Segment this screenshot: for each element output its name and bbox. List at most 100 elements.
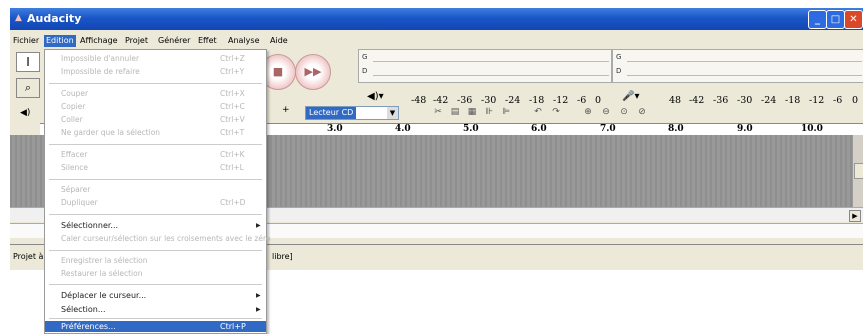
menu-item-label: Dupliquer [61, 198, 98, 207]
close-button[interactable]: ✕ [844, 10, 863, 29]
playback-meter: G D [358, 49, 612, 83]
audacity-icon: ▲ [15, 13, 22, 23]
zoom-in-icon[interactable]: ⊕ [580, 105, 596, 119]
undo-icon[interactable]: ↶ [530, 105, 546, 119]
fit-project-icon[interactable]: ⊘ [634, 105, 650, 119]
menu-item-shortcut: Ctrl+C [220, 102, 245, 111]
record-meter: G D [612, 49, 863, 83]
menu-separator [49, 179, 262, 180]
menu-separator [49, 83, 262, 84]
meter-right-label: D [362, 67, 368, 75]
skip-end-button[interactable]: ▶▶ [295, 54, 331, 90]
submenu-arrow-icon: ▶ [256, 306, 261, 313]
edit-menu-dropdown: Impossible d'annuler Ctrl+Z Impossible d… [44, 49, 271, 334]
playback-device-value: Lecteur CD [306, 107, 357, 119]
trim-icon[interactable]: ⊪ [481, 105, 497, 119]
menu-item-label: Caler curseur/sélection sur les croiseme… [61, 234, 271, 243]
meter-bar [627, 61, 862, 62]
menu-analyse[interactable]: Analyse [228, 36, 260, 45]
menu-item-copy: Copier Ctrl+C [45, 101, 266, 112]
scale-tick: -12 [809, 95, 825, 106]
title-bar: ▲ Audacity _ □ ✕ [10, 8, 863, 30]
maximize-button[interactable]: □ [826, 10, 845, 29]
ruler-tick: 6.0 [531, 124, 547, 134]
menu-item-label: Copier [61, 102, 86, 111]
scale-tick: -42 [689, 95, 705, 106]
submenu-arrow-icon: ▶ [256, 222, 261, 229]
silence-icon[interactable]: ⊫ [498, 105, 514, 119]
menu-item-label: Couper [61, 89, 89, 98]
chevron-down-icon[interactable]: ▼ [387, 107, 398, 119]
menu-item-duplicate: Dupliquer Ctrl+D [45, 197, 266, 208]
menu-item-shortcut: Ctrl+Z [220, 54, 245, 63]
menu-separator [49, 250, 262, 251]
menu-item-trim: Ne garder que la sélection Ctrl+T [45, 127, 266, 138]
playback-device-select[interactable]: Lecteur CD ▼ [305, 106, 399, 120]
window-title: Audacity [27, 12, 82, 25]
menu-item-label: Ne garder que la sélection [61, 128, 161, 137]
scale-tick: -18 [785, 95, 801, 106]
menu-item-label: Coller [61, 115, 83, 124]
menu-effet[interactable]: Effet [198, 36, 217, 45]
ruler-tick: 3.0 [327, 124, 343, 134]
scale-tick: -24 [761, 95, 777, 106]
scale-tick: 48 [669, 95, 682, 106]
menu-separator [49, 284, 262, 285]
menu-item-paste: Coller Ctrl+V [45, 114, 266, 125]
copy-icon[interactable]: ▤ [447, 105, 463, 119]
menu-separator [49, 144, 262, 145]
zoom-out-icon[interactable]: ⊖ [598, 105, 614, 119]
menu-edition[interactable]: Edition [44, 35, 76, 47]
menu-item-preferences[interactable]: Préférences... Ctrl+P [45, 321, 266, 332]
menu-item-label: Silence [61, 163, 89, 172]
menu-item-label: Enregistrer la sélection [61, 256, 148, 265]
menu-generer[interactable]: Générer [158, 36, 190, 45]
menu-item-shortcut: Ctrl+P [220, 322, 246, 331]
menu-item-label: Impossible de refaire [61, 67, 140, 76]
menu-item-save-selection: Enregistrer la sélection [45, 255, 266, 266]
menu-item-shortcut: Ctrl+X [220, 89, 245, 98]
ruler-tick: 7.0 [600, 124, 616, 134]
meter-bar [627, 75, 862, 76]
zoom-tool-icon[interactable]: ⌕ [16, 78, 40, 98]
menu-item-snap-zero-crossing: Caler curseur/sélection sur les croiseme… [45, 233, 271, 244]
scrollbar-thumb[interactable] [854, 163, 863, 179]
playback-meter-speaker-icon[interactable]: ◀)▾ [367, 91, 384, 102]
fit-selection-icon[interactable]: ⊙ [616, 105, 632, 119]
menu-item-label: Séparer [61, 185, 91, 194]
menu-aide[interactable]: Aide [270, 36, 288, 45]
menu-item-silence: Silence Ctrl+L [45, 162, 266, 173]
menu-fichier[interactable]: Fichier [13, 36, 39, 45]
paste-icon[interactable]: ▦ [464, 105, 480, 119]
status-text: Projet à [13, 252, 44, 261]
redo-icon[interactable]: ↷ [548, 105, 564, 119]
menu-item-shortcut: Ctrl+V [220, 115, 245, 124]
menu-item-shortcut: Ctrl+Y [220, 67, 245, 76]
menu-item-selection[interactable]: Sélection... ▶ [45, 304, 266, 315]
ruler-tick: 5.0 [463, 124, 479, 134]
meter-bar [373, 61, 609, 62]
meter-right-label: D [616, 67, 622, 75]
menu-item-label: Sélectionner... [61, 221, 119, 230]
menu-separator [49, 318, 262, 319]
menu-item-label: Restaurer la sélection [61, 269, 143, 278]
scroll-right-icon[interactable]: ▶ [849, 210, 861, 222]
menu-projet[interactable]: Projet [125, 36, 148, 45]
minimize-button[interactable]: _ [808, 10, 827, 29]
scale-tick: -48 [411, 95, 427, 106]
menu-item-redo: Impossible de refaire Ctrl+Y [45, 66, 266, 77]
vertical-scrollbar[interactable] [853, 135, 863, 207]
menu-item-label: Impossible d'annuler [61, 54, 140, 63]
menu-item-select[interactable]: Sélectionner... ▶ [45, 220, 266, 231]
ruler-tick: 9.0 [737, 124, 753, 134]
menu-item-restore-selection: Restaurer la sélection [45, 268, 266, 279]
selection-tool-icon[interactable]: I [16, 52, 40, 72]
microphone-meter-icon[interactable]: 🎤▾ [622, 91, 639, 102]
meter-left-label: G [616, 53, 622, 61]
menu-affichage[interactable]: Affichage [80, 36, 118, 45]
submenu-arrow-icon: ▶ [256, 292, 261, 299]
menu-item-move-cursor[interactable]: Déplacer le curseur... ▶ [45, 290, 266, 301]
cut-icon[interactable]: ✂ [430, 105, 446, 119]
scale-tick: -6 [833, 95, 843, 106]
ruler-tick: 10.0 [801, 124, 823, 134]
